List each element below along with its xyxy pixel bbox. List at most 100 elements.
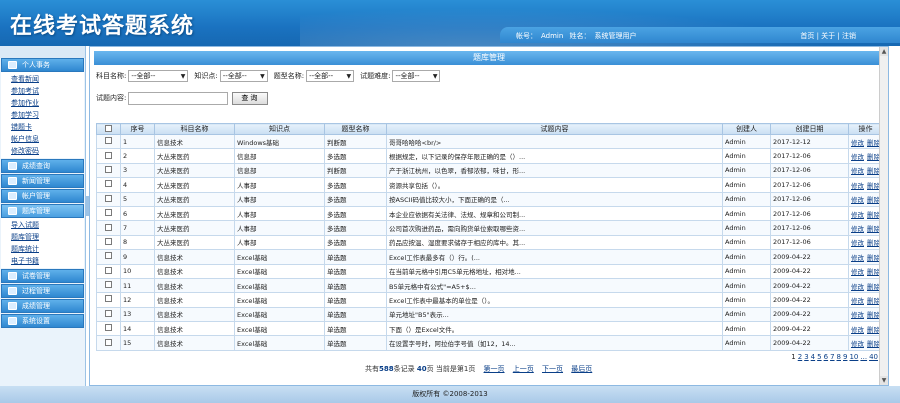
account-label: 帐号：: [516, 32, 537, 40]
edit-link[interactable]: 修改: [851, 139, 864, 147]
page-number-link[interactable]: 9: [843, 353, 847, 361]
row-checkbox[interactable]: [96, 191, 121, 207]
cell-subject: 大丛来医药: [154, 162, 235, 179]
row-checkbox[interactable]: [96, 277, 121, 294]
edit-link[interactable]: 修改: [851, 268, 864, 276]
edit-link[interactable]: 修改: [851, 311, 864, 319]
sidebar-item[interactable]: 参加考试: [11, 85, 84, 97]
logout-link[interactable]: 注销: [842, 32, 856, 40]
cell-date: 2009-04-22: [770, 306, 849, 323]
table-row: 9 信息技术 Excel基础 单选题 Excel工作表最多有（）行。(... Admin 2…: [96, 249, 883, 265]
edit-link[interactable]: 修改: [851, 283, 864, 291]
row-checkbox[interactable]: [96, 148, 121, 164]
point-select-value: --全部--: [222, 72, 247, 80]
cell-qtype: 单选题: [324, 306, 387, 323]
cell-actions: 修改 删除: [848, 292, 883, 308]
next-page-link[interactable]: 下一页: [542, 365, 563, 373]
nav-group-header[interactable]: 成绩管理: [1, 299, 84, 313]
cell-actions: 修改 删除: [848, 234, 883, 251]
row-checkbox[interactable]: [96, 335, 121, 351]
page-number-link[interactable]: 3: [804, 353, 808, 361]
nav-group-header[interactable]: 新闻管理: [1, 174, 84, 188]
row-checkbox[interactable]: [96, 234, 121, 251]
edit-link[interactable]: 修改: [851, 239, 864, 247]
row-checkbox[interactable]: [96, 306, 121, 323]
pager-text: 共有: [365, 365, 379, 373]
table-row: 3 大丛来医药 信息部 判断题 产于浙江杭州，以色翠，香郁浓郁，味甘，形... Admin…: [96, 162, 883, 179]
row-checkbox[interactable]: [96, 249, 121, 265]
row-checkbox[interactable]: [96, 205, 121, 222]
edit-link[interactable]: 修改: [851, 254, 864, 262]
page-number-link[interactable]: ...: [860, 353, 867, 361]
row-checkbox[interactable]: [96, 321, 121, 337]
sidebar-item[interactable]: 查看新闻: [11, 73, 84, 85]
qtype-select[interactable]: --全部-- ▼: [306, 70, 355, 82]
sidebar-item[interactable]: 电子书籍: [11, 255, 84, 267]
page-number-link[interactable]: 6: [824, 353, 828, 361]
prev-page-link[interactable]: 上一页: [513, 365, 534, 373]
edit-link[interactable]: 修改: [851, 196, 864, 204]
page-number-link[interactable]: 5: [817, 353, 821, 361]
difficulty-select[interactable]: --全部-- ▼: [392, 70, 441, 82]
scroll-down-icon[interactable]: ▼: [880, 376, 888, 385]
cell-creator: Admin: [722, 162, 771, 179]
edit-link[interactable]: 修改: [851, 297, 864, 305]
page-number-link[interactable]: 1: [791, 353, 795, 361]
vertical-scrollbar[interactable]: ▲ ▼: [879, 47, 888, 385]
row-checkbox[interactable]: [96, 162, 121, 179]
sidebar-item[interactable]: 导入试题: [11, 219, 84, 231]
cell-qtype: 判断题: [324, 162, 387, 179]
row-checkbox[interactable]: [96, 133, 121, 150]
cell-date: 2017-12-06: [770, 162, 849, 179]
sidebar-item[interactable]: 错题卡: [11, 121, 84, 133]
sidebar-item[interactable]: 修改密码: [11, 145, 84, 157]
nav-group-header[interactable]: 成绩查询: [1, 159, 84, 173]
sidebar-item[interactable]: 参加作业: [11, 97, 84, 109]
edit-link[interactable]: 修改: [851, 340, 864, 348]
nav-group-header[interactable]: 个人事务: [1, 58, 84, 72]
edit-link[interactable]: 修改: [851, 153, 864, 161]
nav-group-header[interactable]: 试卷管理: [1, 269, 84, 283]
select-all-checkbox[interactable]: [96, 123, 121, 135]
page-number-link[interactable]: 8: [837, 353, 841, 361]
nav-group-header[interactable]: 题库管理: [1, 204, 84, 218]
sidebar-item[interactable]: 题库统计: [11, 243, 84, 255]
point-select[interactable]: --全部-- ▼: [219, 70, 268, 82]
edit-link[interactable]: 修改: [851, 167, 864, 175]
cell-subject: 信息技术: [154, 277, 235, 294]
cell-index: 6: [120, 205, 155, 222]
sidebar-item[interactable]: 帐户信息: [11, 133, 84, 145]
sidebar-item[interactable]: 题库管理: [11, 231, 84, 243]
last-page-link[interactable]: 最后页: [571, 365, 592, 373]
first-page-link[interactable]: 第一页: [484, 365, 505, 373]
home-link[interactable]: 首页: [800, 32, 814, 40]
edit-link[interactable]: 修改: [851, 326, 864, 334]
checkbox-icon: [105, 252, 112, 260]
cell-content: 本企业应依据有关法律、法规、规章和公司制...: [386, 205, 723, 222]
row-checkbox[interactable]: [96, 263, 121, 279]
subject-select[interactable]: --全部-- ▼: [128, 70, 189, 82]
row-checkbox[interactable]: [96, 177, 121, 193]
page-number-link[interactable]: 40: [869, 353, 878, 361]
cell-date: 2009-04-22: [770, 249, 849, 265]
page-number-link[interactable]: 7: [830, 353, 834, 361]
content-search-input[interactable]: [128, 91, 229, 105]
about-link[interactable]: 关于: [821, 32, 835, 40]
row-checkbox[interactable]: [96, 220, 121, 236]
nav-group-header[interactable]: 过程管理: [1, 284, 84, 298]
page-number-link[interactable]: 10: [849, 353, 858, 361]
search-button[interactable]: 查询: [232, 91, 269, 105]
subject-label: 科目名称:: [96, 72, 127, 80]
col-header-actions: 操作: [848, 123, 883, 135]
nav-group-header[interactable]: 系统设置: [1, 314, 84, 328]
table-row: 2 大丛来医药 信息部 多选题 根据规定，以下记录的保存年限正确的是（）... Admin…: [96, 148, 883, 164]
sidebar-item[interactable]: 参加学习: [11, 109, 84, 121]
page-number-link[interactable]: 4: [811, 353, 815, 361]
nav-group-header[interactable]: 帐户管理: [1, 189, 84, 203]
edit-link[interactable]: 修改: [851, 211, 864, 219]
edit-link[interactable]: 修改: [851, 225, 864, 233]
page-number-link[interactable]: 2: [798, 353, 802, 361]
scroll-up-icon[interactable]: ▲: [880, 47, 888, 56]
edit-link[interactable]: 修改: [851, 182, 864, 190]
row-checkbox[interactable]: [96, 292, 121, 308]
